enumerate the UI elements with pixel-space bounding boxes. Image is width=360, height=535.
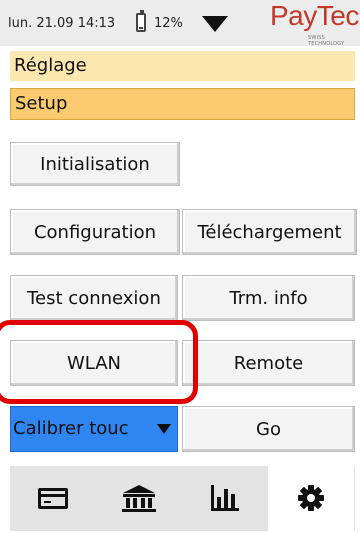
page-title: Réglage [10,51,355,81]
dropdown-arrow-icon [157,424,171,434]
bottom-nav [10,466,355,531]
nav-bank[interactable] [96,466,182,531]
dropdown-selected-label: Calibrer touc [13,418,129,439]
initialisation-label: Initialisation [40,153,150,175]
logo-text: PayTec [270,0,359,31]
gear-icon [298,485,324,511]
telechargement-button[interactable]: Téléchargement [182,209,357,255]
status-time: lun. 21.09 14:13 [8,16,116,31]
remote-button[interactable]: Remote [182,340,355,386]
nav-reports[interactable] [182,466,268,531]
status-bar: lun. 21.09 14:13 12% PayTec SWISS TECHNO… [0,0,360,47]
nav-payment[interactable] [10,466,96,531]
trm-info-button[interactable]: Trm. info [182,275,355,321]
paytec-logo: PayTec SWISS TECHNOLOGY [264,0,359,47]
page-subtitle: Setup [10,88,355,120]
configuration-label: Configuration [33,221,157,243]
bank-icon [122,485,156,512]
trm-info-label: Trm. info [229,287,308,309]
telechargement-label: Téléchargement [197,221,342,243]
initialisation-button[interactable]: Initialisation [10,142,180,186]
test-connexion-label: Test connexion [27,287,161,309]
remote-label: Remote [233,352,304,374]
go-button[interactable]: Go [182,406,355,452]
battery-level: 12% [154,16,183,31]
logo-subtitle: SWISS TECHNOLOGY [308,35,345,47]
nav-settings[interactable] [268,466,354,531]
battery-icon [136,10,146,32]
calibration-dropdown[interactable]: Calibrer touc [10,406,178,452]
wlan-highlight-frame [0,320,198,404]
test-connexion-button[interactable]: Test connexion [10,275,178,321]
wifi-icon [202,16,228,32]
bar-chart-icon [211,485,239,511]
credit-card-icon [38,488,68,509]
go-label: Go [256,418,281,440]
configuration-button[interactable]: Configuration [10,209,180,255]
